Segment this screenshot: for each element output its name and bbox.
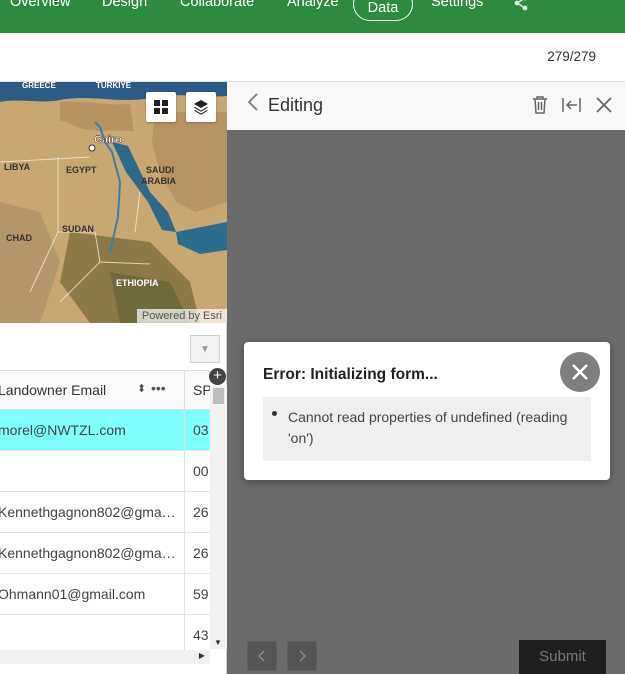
cell-email: Ohmann01@gmail.com	[0, 586, 146, 602]
table-options-dropdown[interactable]: ▼	[190, 335, 220, 363]
grid-icon	[154, 100, 168, 114]
record-count: 279/279	[547, 49, 596, 64]
scroll-down-icon[interactable]: ▼	[214, 638, 222, 647]
esri-attribution[interactable]: Powered by Esri	[136, 309, 227, 323]
sort-icon[interactable]: ⬍	[137, 382, 146, 395]
submit-button[interactable]: Submit	[519, 640, 606, 674]
chevron-down-icon: ▼	[200, 343, 210, 355]
map-label-chad: CHAD	[6, 233, 32, 243]
cell-sp: 43	[193, 627, 209, 643]
top-nav-bar: Overview Design Collaborate Analyze Data…	[0, 0, 625, 33]
map-label-cairo: Cairo	[94, 134, 122, 146]
collapse-panel-icon[interactable]	[562, 95, 581, 120]
trash-icon[interactable]	[532, 95, 548, 120]
tab-overview[interactable]: Overview	[10, 0, 70, 10]
more-options-icon[interactable]: •••	[151, 380, 166, 396]
map-label-libya: LIBYA	[4, 162, 31, 172]
map-label-ethiopia: ETHIOPIA	[116, 278, 159, 288]
share-icon[interactable]	[513, 0, 529, 16]
scroll-right-icon[interactable]: ▶	[199, 651, 205, 660]
layer-list-button[interactable]	[186, 92, 216, 122]
column-header-sp[interactable]: SP	[193, 382, 212, 398]
back-icon[interactable]	[247, 92, 259, 118]
close-icon	[572, 364, 588, 380]
chevron-left-icon	[258, 650, 265, 662]
cell-email: morel@NWTZL.com	[0, 422, 126, 438]
map-label-saudi: SAUDI	[146, 165, 174, 175]
table-row[interactable]: morel@NWTZL.com 03	[0, 410, 210, 451]
next-feature-button[interactable]	[287, 641, 317, 671]
dialog-title: Error: Initializing form...	[263, 366, 438, 383]
cell-email: Kennethgagnon802@gma…	[0, 504, 176, 520]
table-row[interactable]: 00	[0, 451, 210, 492]
table-row[interactable]: Kennethgagnon802@gma… 26	[0, 492, 210, 533]
map-view[interactable]: GREECE TÜRKİYE Cairo LIBYA EGYPT SAUDI A…	[0, 82, 227, 323]
error-message: Cannot read properties of undefined (rea…	[288, 409, 568, 446]
scrollbar-thumb[interactable]	[213, 388, 224, 404]
close-icon[interactable]	[595, 95, 613, 120]
error-dialog: Error: Initializing form... Cannot read …	[244, 342, 610, 480]
panel-title: Editing	[268, 95, 324, 115]
horizontal-scrollbar[interactable]: ▶	[0, 650, 210, 664]
cell-sp: 59	[193, 586, 209, 602]
tab-data[interactable]: Data	[353, 0, 413, 21]
map-label-sudan: SUDAN	[62, 224, 94, 234]
table-header: Landowner Email ⬍ ••• SP	[0, 370, 212, 411]
editing-header: Editing	[227, 82, 625, 130]
map-label-turkey: TÜRKİYE	[96, 82, 132, 90]
toolbar: 279/279	[0, 33, 625, 82]
cell-sp: 03	[193, 422, 209, 438]
map-label-egypt: EGYPT	[66, 165, 97, 175]
tab-settings[interactable]: Settings	[431, 0, 483, 10]
row-divider	[184, 492, 185, 532]
row-divider	[184, 410, 185, 450]
add-column-icon[interactable]: +	[209, 368, 226, 385]
layers-icon	[194, 100, 208, 115]
column-header-email[interactable]: Landowner Email	[0, 382, 106, 398]
close-dialog-button[interactable]	[560, 352, 600, 392]
row-divider	[184, 451, 185, 491]
cell-sp: 26	[193, 504, 209, 520]
error-message-box: Cannot read properties of undefined (rea…	[263, 397, 591, 461]
column-divider[interactable]	[184, 371, 185, 411]
bullet-icon	[272, 411, 277, 416]
row-divider	[184, 574, 185, 614]
basemap-gallery-button[interactable]	[146, 92, 176, 122]
cell-sp: 26	[193, 545, 209, 561]
map-label-arabia: ARABIA	[141, 176, 176, 186]
attribute-table: ▼ Landowner Email ⬍ ••• SP + morel@NWTZL…	[0, 323, 227, 674]
table-row[interactable]: Kennethgagnon802@gma… 26	[0, 533, 210, 574]
vertical-scrollbar[interactable]: ▼	[210, 385, 227, 649]
previous-feature-button[interactable]	[247, 641, 277, 671]
chevron-right-icon	[299, 650, 306, 662]
map-label-greece: GREECE	[22, 82, 56, 90]
cell-sp: 00	[193, 463, 209, 479]
tab-design[interactable]: Design	[102, 0, 147, 10]
table-row[interactable]: Ohmann01@gmail.com 59	[0, 574, 210, 615]
tab-collaborate[interactable]: Collaborate	[180, 0, 254, 10]
cell-email: Kennethgagnon802@gma…	[0, 545, 176, 561]
row-divider	[184, 533, 185, 573]
tab-analyze[interactable]: Analyze	[287, 0, 339, 10]
